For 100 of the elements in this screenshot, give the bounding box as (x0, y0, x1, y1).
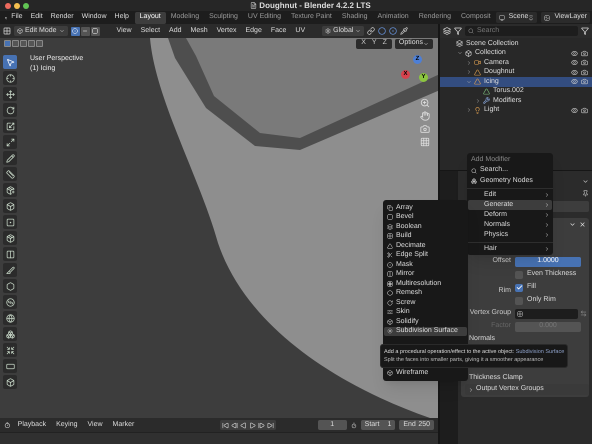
tool-button[interactable] (3, 71, 17, 85)
select-mode-button[interactable] (90, 26, 100, 36)
disc-icon (6, 298, 14, 306)
play-reverse-icon[interactable] (240, 422, 248, 428)
camera-icon[interactable] (581, 50, 588, 57)
tool-button[interactable] (3, 183, 17, 197)
tool-button[interactable] (3, 55, 17, 69)
proportional-icon[interactable] (400, 27, 408, 35)
select-mode-button[interactable] (70, 26, 80, 36)
collection-icon (465, 50, 472, 57)
tool-button[interactable] (3, 375, 17, 389)
eye-icon[interactable] (571, 59, 578, 66)
tool-button[interactable] (3, 279, 17, 293)
checkbox[interactable] (515, 270, 523, 278)
collection-icon (456, 40, 463, 48)
chevron-right-icon (468, 386, 474, 392)
search-icon (468, 28, 474, 34)
tool-button[interactable] (3, 135, 17, 149)
previous-keyframe-icon[interactable] (231, 422, 238, 428)
knife-icon (6, 266, 14, 274)
window-title: Doughnut - Blender 4.2.2 LTS (259, 0, 371, 12)
scale-icon (6, 122, 14, 130)
image-icon (544, 14, 550, 20)
vertex-icon (72, 28, 78, 34)
play-icon[interactable] (249, 422, 256, 428)
tool-button[interactable] (3, 151, 17, 165)
sphere-icon (6, 314, 14, 322)
hexagon-icon (6, 282, 14, 290)
close-icon[interactable] (579, 221, 586, 228)
camera-icon[interactable] (581, 68, 588, 76)
tool-button[interactable] (3, 263, 17, 277)
tool-button[interactable] (3, 231, 17, 245)
chevron-down-icon (457, 50, 463, 56)
grid-icon (387, 280, 393, 287)
face-icon (92, 28, 98, 34)
tool-button[interactable] (3, 167, 17, 181)
tool-button[interactable] (3, 215, 17, 229)
tool-button[interactable] (3, 199, 17, 213)
timer-icon (350, 422, 357, 428)
jump-start-icon[interactable] (222, 422, 230, 428)
eye-icon[interactable] (571, 78, 578, 86)
tool-button[interactable] (3, 327, 17, 341)
chevron-down-icon (466, 78, 472, 85)
camera-icon[interactable] (581, 106, 588, 114)
nodes-icon (471, 178, 477, 184)
boxes-icon (6, 330, 14, 338)
chevron-down-icon[interactable] (569, 221, 576, 228)
tool-button[interactable] (3, 311, 17, 325)
tool-button[interactable] (3, 359, 17, 373)
gear-icon (387, 328, 393, 334)
cube-icon (17, 28, 23, 34)
select-mode-button[interactable] (80, 26, 90, 36)
maximize-icon[interactable] (23, 2, 29, 8)
tool-button[interactable] (3, 343, 17, 357)
eye-icon[interactable] (571, 50, 578, 57)
mask-icon (387, 262, 393, 268)
camera-icon[interactable] (581, 59, 588, 66)
pencil-icon (6, 154, 14, 162)
mesh-icon (483, 88, 490, 95)
chevron-down-icon (58, 28, 65, 34)
editor-type-icon[interactable] (3, 27, 11, 35)
close-icon[interactable] (5, 2, 11, 8)
rotate-icon (6, 106, 14, 114)
camera-icon (474, 59, 481, 66)
clock-icon[interactable] (4, 421, 11, 429)
pivot-icon[interactable] (378, 27, 386, 35)
document-icon (250, 2, 258, 9)
tool-button[interactable] (3, 87, 17, 101)
screw-icon (387, 300, 393, 306)
box-icon (6, 234, 14, 242)
eye-icon[interactable] (571, 68, 578, 76)
tool-button[interactable] (3, 247, 17, 261)
columns-icon (6, 250, 14, 258)
waves-icon (387, 309, 393, 316)
tool-button[interactable] (3, 119, 17, 133)
eye-icon[interactable] (571, 106, 578, 114)
checkbox[interactable] (515, 284, 523, 292)
filter-icon[interactable] (581, 27, 589, 35)
mirror-icon (387, 271, 393, 278)
pin-icon[interactable] (582, 190, 589, 196)
jump-end-icon[interactable] (267, 422, 274, 428)
swap-arrows-icon[interactable] (580, 310, 587, 317)
chevron-down-icon (355, 28, 362, 34)
edge-icon (82, 28, 88, 34)
display-mode-icon[interactable] (443, 27, 451, 35)
vertex-group-field[interactable] (515, 308, 578, 318)
tool-button[interactable] (3, 103, 17, 117)
next-keyframe-icon[interactable] (258, 422, 266, 428)
minimize-icon[interactable] (14, 2, 20, 8)
cube-icon (387, 370, 393, 376)
camera-icon[interactable] (581, 78, 588, 86)
cube-icon (387, 318, 393, 325)
dropdown-icon[interactable] (582, 178, 589, 184)
snap-icon[interactable] (389, 27, 398, 35)
shrink-icon (6, 346, 14, 354)
hexagon-icon (387, 290, 393, 296)
filter-icon[interactable] (454, 27, 462, 35)
ruler-icon (6, 170, 14, 178)
link-icon[interactable] (367, 27, 376, 35)
tool-button[interactable] (3, 295, 17, 309)
